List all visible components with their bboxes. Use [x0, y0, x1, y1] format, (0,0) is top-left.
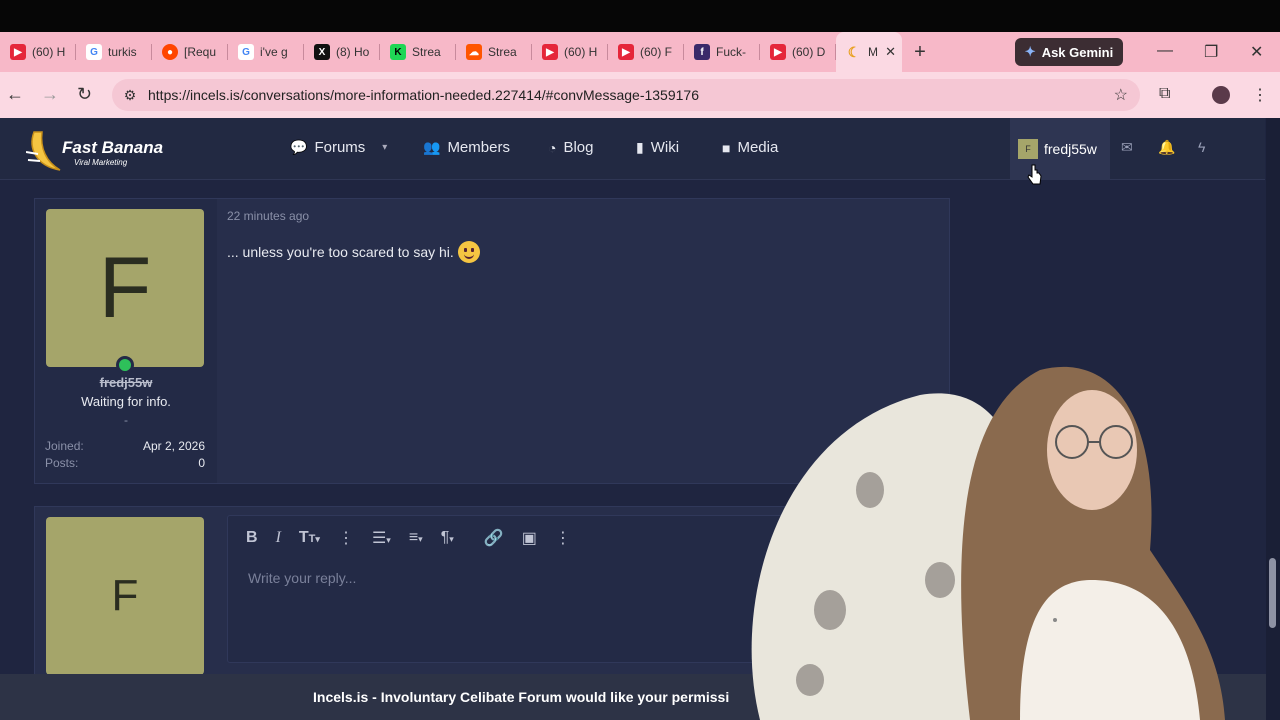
browser-tab[interactable]: ● [Requ — [152, 32, 228, 72]
list-icon[interactable]: ☰▾ — [372, 528, 391, 548]
browser-tab[interactable]: K Strea — [380, 32, 456, 72]
youtube-icon: ▶ — [542, 44, 558, 60]
user-avatar-mini: F — [1018, 139, 1038, 159]
gemini-icon: ✦ — [1024, 44, 1036, 59]
forward-icon[interactable]: → — [41, 84, 59, 105]
soundcloud-icon: ☁ — [466, 44, 482, 60]
nav-forums[interactable]: 💬 Forums ▾ — [290, 139, 387, 156]
bookmark-star-icon[interactable]: ☆ — [1114, 85, 1128, 105]
message-timestamp[interactable]: 22 minutes ago — [227, 209, 309, 223]
youtube-icon: ▶ — [618, 44, 634, 60]
book-icon: ▮ — [636, 139, 644, 155]
screen: ▶ (60) H Gturkis ● [Requ Gi've g X (8) Ho K… — [0, 0, 1280, 720]
alerts-bell-icon[interactable]: 🔔 — [1158, 139, 1175, 156]
joined-stat: Joined: Apr 2, 2026 — [45, 439, 205, 453]
paragraph-icon[interactable]: ¶▾ — [441, 529, 454, 547]
webcam-overlay — [751, 366, 1225, 720]
rss-icon: ◔ — [548, 139, 557, 156]
inbox-icon[interactable]: ✉ — [1121, 139, 1133, 156]
text-size-icon[interactable]: TT▾ — [299, 529, 320, 547]
reply-input[interactable]: Write your reply... — [248, 570, 356, 586]
browser-tab[interactable]: ▶ (60) H — [0, 32, 76, 72]
address-bar[interactable]: ⚙ https://incels.is/conversations/more-i… — [112, 79, 1140, 111]
youtube-icon: ▶ — [10, 44, 26, 60]
comments-icon: 💬 — [290, 139, 308, 155]
message-user-column: F fredj55w Waiting for info. - Joined: Ap… — [35, 199, 217, 483]
reload-icon[interactable]: ↻ — [77, 84, 92, 105]
nav-blog[interactable]: ◔ Blog — [548, 139, 594, 156]
avatar: F — [46, 517, 204, 675]
video-icon: ■ — [722, 139, 731, 156]
more-text-options-icon[interactable]: ⋮ — [338, 528, 354, 548]
online-indicator — [116, 356, 134, 374]
posts-stat: Posts: 0 — [45, 456, 205, 470]
letterboxd-icon: f — [694, 44, 710, 60]
avatar[interactable]: F — [46, 209, 204, 367]
minimize-icon[interactable]: — — [1157, 42, 1173, 60]
google-icon: G — [238, 44, 254, 60]
nav-members[interactable]: 👥 Members — [423, 139, 510, 156]
browser-tab[interactable]: f Fuck- — [684, 32, 760, 72]
chevron-down-icon[interactable]: ▾ — [382, 142, 387, 153]
reddit-icon: ● — [162, 44, 178, 60]
close-tab-icon[interactable]: ✕ — [885, 44, 896, 60]
google-icon: G — [86, 44, 102, 60]
browser-tab[interactable]: Gi've g — [228, 32, 304, 72]
align-icon[interactable]: ≡▾ — [409, 529, 423, 547]
top-black-bar — [0, 0, 1280, 32]
mouse-cursor-icon — [1027, 164, 1042, 185]
extensions-icon[interactable]: ⧉ — [1159, 85, 1170, 103]
users-icon: 👥 — [423, 139, 441, 155]
kick-icon: K — [390, 44, 406, 60]
x-icon: X — [314, 44, 330, 60]
restore-icon[interactable]: ❐ — [1204, 42, 1218, 62]
browser-tab[interactable]: ▶ (60) F — [608, 32, 684, 72]
browser-tab[interactable]: ☁ Strea — [456, 32, 532, 72]
browser-tab[interactable]: Gturkis — [76, 32, 152, 72]
nav-wiki[interactable]: ▮ Wiki — [636, 139, 679, 156]
browser-tab[interactable]: X (8) Ho — [304, 32, 380, 72]
bolt-icon[interactable]: ϟ — [1198, 139, 1205, 155]
smile-emoji-icon — [457, 241, 480, 263]
account-menu[interactable]: F fredj55w — [1010, 118, 1110, 180]
ask-gemini-button[interactable]: ✦ Ask Gemini — [1015, 38, 1123, 66]
bold-icon[interactable]: B — [246, 529, 258, 547]
browser-tab[interactable]: ▶ (60) H — [532, 32, 608, 72]
site-info-icon[interactable]: ⚙ — [112, 87, 148, 104]
message-username[interactable]: fredj55w — [35, 375, 217, 390]
url-text[interactable]: https://incels.is/conversations/more-inf… — [148, 87, 699, 103]
profile-avatar[interactable] — [1212, 86, 1230, 104]
nav-media[interactable]: ■ Media — [722, 139, 778, 156]
italic-icon[interactable]: I — [276, 529, 281, 547]
user-title: Waiting for info. — [81, 394, 171, 409]
back-icon[interactable]: ← — [6, 84, 24, 105]
browser-tab-active[interactable]: ☾ M ✕ — [836, 32, 902, 72]
fastbanana-icon: ☾ — [847, 43, 861, 60]
browser-tab[interactable]: ▶ (60) D — [760, 32, 836, 72]
youtube-icon: ▶ — [770, 44, 786, 60]
new-tab-button[interactable]: + — [902, 41, 938, 64]
menu-icon[interactable]: ⋮ — [1252, 85, 1268, 105]
link-icon[interactable]: 🔗 — [484, 528, 504, 548]
more-insert-options-icon[interactable]: ⋮ — [555, 528, 571, 548]
image-icon[interactable]: ▣ — [522, 528, 537, 548]
site-logo[interactable]: Fast Banana Viral Marketing — [26, 126, 176, 174]
close-window-icon[interactable]: ✕ — [1250, 42, 1263, 62]
message-body: ... unless you're too scared to say hi. — [227, 241, 480, 263]
site-header: Fast Banana Viral Marketing 💬 Forums ▾ 👥 Me… — [0, 118, 1265, 180]
user-banner: - — [124, 413, 128, 427]
